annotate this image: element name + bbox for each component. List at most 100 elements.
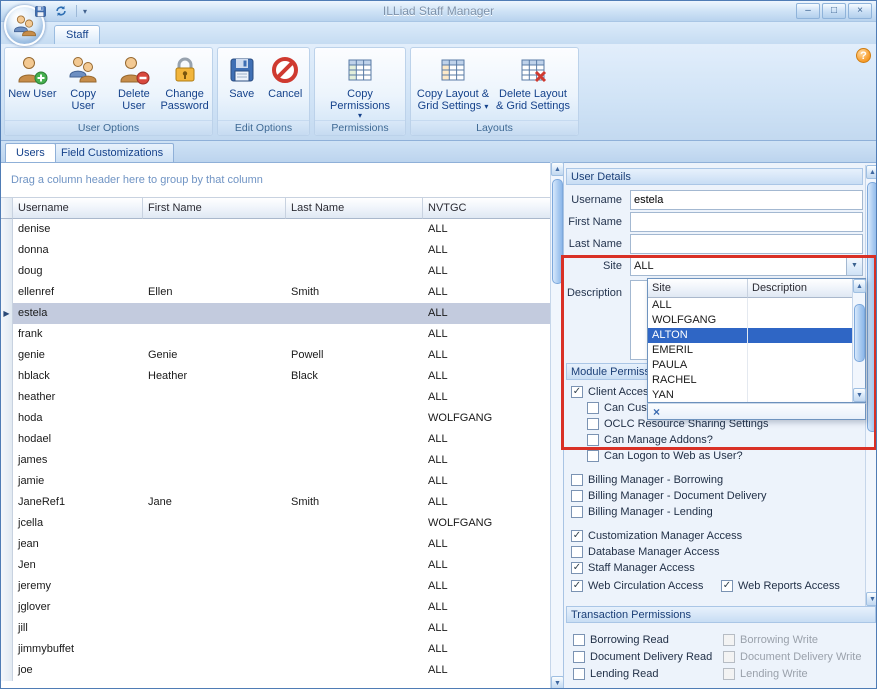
change-password-button[interactable]: Change Password (159, 50, 210, 120)
table-row[interactable]: hblack Heather Black ALL (1, 366, 550, 387)
dropdown-option[interactable]: PAULA (648, 358, 852, 373)
copy-layout-button[interactable]: Copy Layout & Grid Settings ▾ (413, 50, 493, 120)
checkbox[interactable] (723, 668, 735, 680)
tab-users[interactable]: Users (5, 143, 56, 162)
title-bar[interactable]: ▾ ILLiad Staff Manager – □ × (1, 1, 876, 22)
permission-row[interactable]: Document Delivery Write (723, 649, 874, 665)
column-header-nvtgc[interactable]: NVTGC (423, 197, 550, 219)
permission-row[interactable]: Borrowing Write (723, 632, 874, 648)
tab-staff[interactable]: Staff (54, 25, 100, 44)
checkbox[interactable] (571, 562, 583, 574)
table-row[interactable]: jamie ALL (1, 471, 550, 492)
dropdown-option[interactable]: ALTON (648, 328, 852, 343)
column-header-first-name[interactable]: First Name (143, 197, 286, 219)
scrollbar-thumb[interactable] (854, 304, 865, 362)
permission-row[interactable]: Document Delivery Read (573, 649, 723, 665)
permission-row[interactable]: Web Reports Access (721, 578, 860, 593)
cancel-button[interactable]: Cancel (264, 50, 308, 120)
column-header-username[interactable]: Username (13, 197, 143, 219)
permission-row[interactable]: Billing Manager - Lending (571, 504, 860, 519)
dropdown-option[interactable]: WOLFGANG (648, 313, 852, 328)
checkbox[interactable] (573, 651, 585, 663)
table-row[interactable]: genie Genie Powell ALL (1, 345, 550, 366)
table-row[interactable]: jill ALL (1, 618, 550, 639)
group-by-bar[interactable]: Drag a column header here to group by th… (1, 163, 550, 197)
table-row[interactable]: ellenref Ellen Smith ALL (1, 282, 550, 303)
delete-user-button[interactable]: Delete User (109, 50, 160, 120)
site-combobox[interactable]: ALL ▼ (630, 256, 863, 276)
save-button[interactable]: Save (220, 50, 264, 120)
checkbox[interactable] (571, 490, 583, 502)
permission-row[interactable]: Can Manage Addons? (587, 432, 860, 447)
scrollbar-thumb[interactable] (552, 179, 563, 284)
scroll-down-icon[interactable]: ▼ (866, 592, 877, 606)
checkbox[interactable] (723, 634, 735, 646)
permission-row[interactable]: Database Manager Access (571, 544, 860, 559)
checkbox[interactable] (721, 580, 733, 592)
maximize-button[interactable]: □ (822, 3, 846, 19)
copy-user-button[interactable]: Copy User (58, 50, 109, 120)
permission-row[interactable]: Lending Write (723, 666, 874, 682)
help-icon[interactable]: ? (856, 48, 871, 63)
table-row[interactable]: donna ALL (1, 240, 550, 261)
copy-permissions-button[interactable]: Copy Permissions ▾ (317, 50, 403, 121)
tab-field-customizations[interactable]: Field Customizations (50, 143, 174, 162)
permission-row[interactable]: Lending Read (573, 666, 723, 682)
table-row[interactable]: jglover ALL (1, 597, 550, 618)
permission-row[interactable]: Borrowing Read (573, 632, 723, 648)
last-name-field[interactable] (630, 234, 863, 254)
checkbox[interactable] (587, 434, 599, 446)
checkbox[interactable] (571, 506, 583, 518)
close-button[interactable]: × (848, 3, 872, 19)
new-user-button[interactable]: New User (7, 50, 58, 120)
table-row[interactable]: estela ALL (1, 303, 550, 324)
table-row[interactable]: doug ALL (1, 261, 550, 282)
checkbox[interactable] (587, 402, 599, 414)
dropdown-option[interactable]: ALL (648, 298, 852, 313)
table-row[interactable]: frank ALL (1, 324, 550, 345)
dropdown-option[interactable]: EMERIL (648, 343, 852, 358)
table-row[interactable]: jcella WOLFGANG (1, 513, 550, 534)
scroll-down-icon[interactable]: ▼ (853, 388, 866, 402)
permission-row[interactable]: Staff Manager Access (571, 560, 860, 575)
customize-toolbar-chevron-icon[interactable]: ▾ (83, 7, 87, 16)
permission-row[interactable]: Can Logon to Web as User? (587, 448, 860, 463)
permission-row[interactable]: Customization Manager Access (571, 528, 860, 543)
refresh-icon[interactable] (52, 3, 70, 19)
dropdown-option[interactable]: RACHEL (648, 373, 852, 388)
dropdown-scrollbar[interactable]: ▲ ▼ (852, 279, 865, 402)
grid-scrollbar[interactable]: ▲ ▼ (550, 162, 563, 689)
table-row[interactable]: hodael ALL (1, 429, 550, 450)
checkbox[interactable] (573, 668, 585, 680)
scroll-up-icon[interactable]: ▲ (866, 165, 877, 179)
table-row[interactable]: hoda WOLFGANG (1, 408, 550, 429)
chevron-down-icon[interactable]: ▼ (846, 257, 862, 275)
checkbox[interactable] (571, 546, 583, 558)
minimize-button[interactable]: – (796, 3, 820, 19)
checkbox[interactable] (587, 418, 599, 430)
table-row[interactable]: jimmybuffet ALL (1, 639, 550, 660)
checkbox[interactable] (571, 386, 583, 398)
clear-selection-icon[interactable]: × (648, 405, 665, 419)
details-scrollbar[interactable]: ▲ ▼ (865, 165, 877, 606)
delete-layout-button[interactable]: Delete Layout & Grid Settings (493, 50, 573, 120)
table-row[interactable]: JaneRef1 Jane Smith ALL (1, 492, 550, 513)
save-icon[interactable] (31, 3, 49, 19)
column-header-last-name[interactable]: Last Name (286, 197, 423, 219)
permission-row[interactable]: Billing Manager - Document Delivery (571, 488, 860, 503)
table-row[interactable]: joe ALL (1, 660, 550, 681)
checkbox[interactable] (573, 634, 585, 646)
table-row[interactable]: jeremy ALL (1, 576, 550, 597)
scroll-up-icon[interactable]: ▲ (853, 279, 866, 293)
checkbox[interactable] (587, 450, 599, 462)
checkbox[interactable] (723, 651, 735, 663)
dropdown-option[interactable]: YAN (648, 388, 852, 402)
table-row[interactable]: jean ALL (1, 534, 550, 555)
table-row[interactable]: heather ALL (1, 387, 550, 408)
permission-row[interactable]: Web Circulation Access (571, 578, 721, 593)
table-row[interactable]: denise ALL (1, 219, 550, 240)
table-row[interactable]: james ALL (1, 450, 550, 471)
username-field[interactable] (630, 190, 863, 210)
permission-row[interactable]: Billing Manager - Borrowing (571, 472, 860, 487)
checkbox[interactable] (571, 530, 583, 542)
